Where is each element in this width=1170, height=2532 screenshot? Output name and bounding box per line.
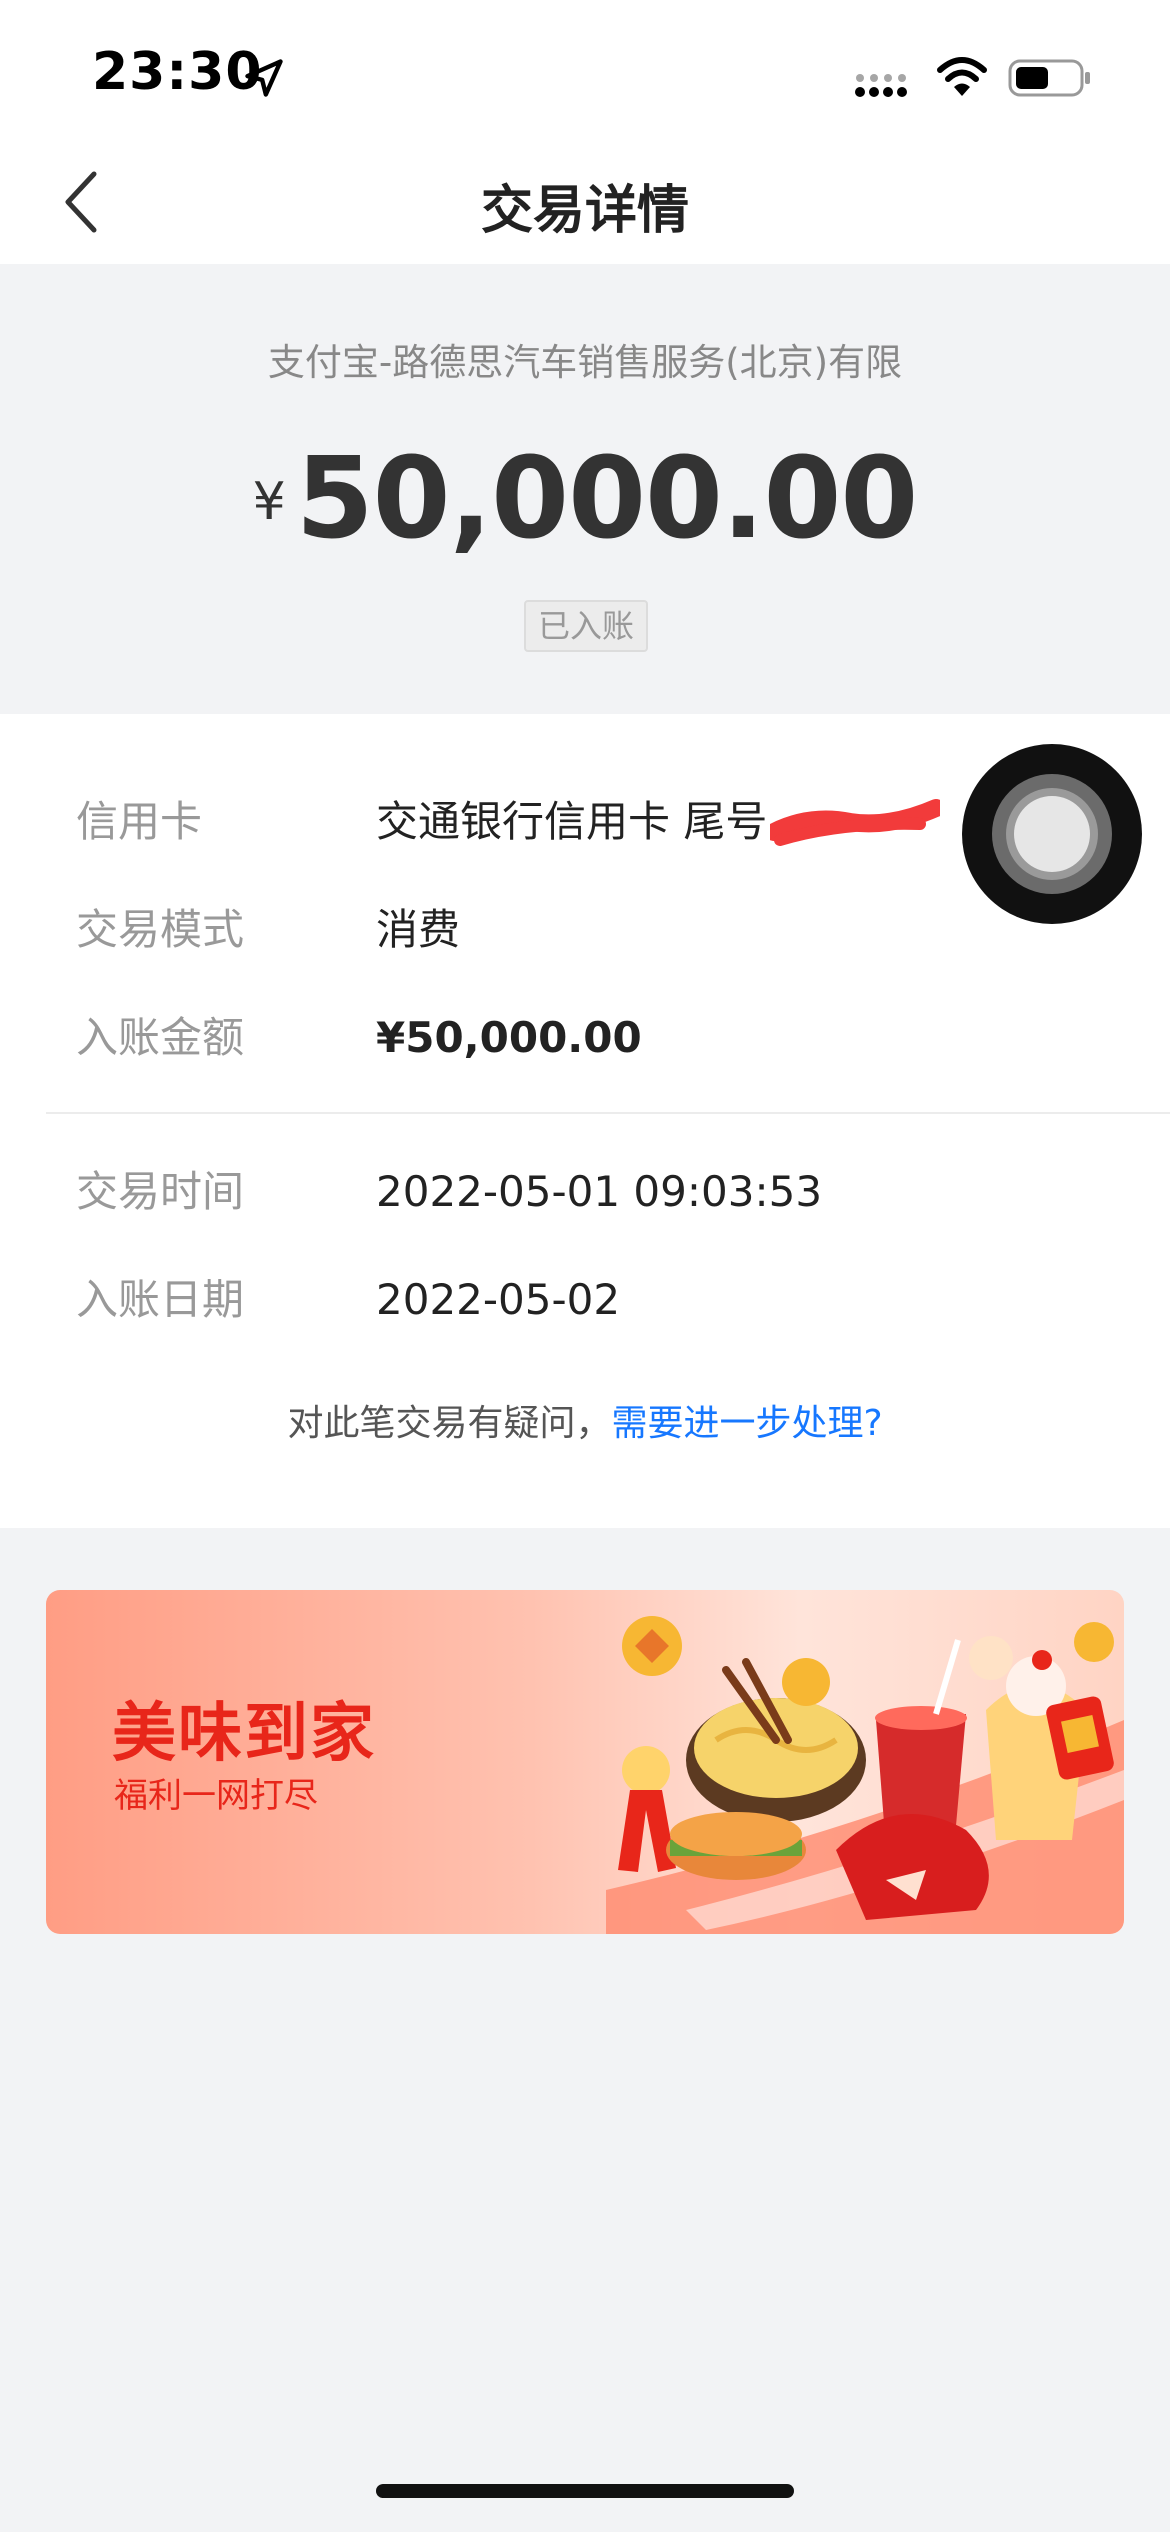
question-text: 对此笔交易有疑问， [287, 1403, 612, 1444]
page-title: 交易详情 [480, 181, 689, 241]
mode-value: 消费 [376, 905, 461, 954]
mode-label: 交易模式 [76, 905, 245, 954]
wifi-icon [937, 57, 987, 96]
food-illustration-icon [606, 1616, 1124, 1934]
redaction-scribble [770, 799, 940, 846]
divider [46, 1112, 1170, 1114]
merchant-name: 支付宝-路德思汽车销售服务(北京)有限 [267, 341, 903, 384]
location-arrow-icon [245, 59, 283, 97]
promo-subtitle: 福利一网打尽 [114, 1776, 318, 1816]
posted-amount-value: ¥50,000.00 [376, 1013, 642, 1062]
trade-time-label: 交易时间 [76, 1167, 245, 1216]
detail-row-posted-date: 入账日期 2022-05-02 [0, 1260, 1170, 1340]
status-time: 23:30 [92, 42, 263, 102]
detail-row-trade-time: 交易时间 2022-05-01 09:03:53 [0, 1152, 1170, 1232]
nav-bar: 交易详情 [0, 140, 1170, 264]
question-line: 对此笔交易有疑问，需要进一步处理? [0, 1394, 1170, 1446]
home-indicator [376, 2484, 794, 2498]
promo-title: 美味到家 [112, 1697, 376, 1771]
amount-currency: ¥ [252, 472, 286, 532]
detail-row-posted-amount: 入账金额 ¥50,000.00 [0, 998, 1170, 1078]
posted-date-value: 2022-05-02 [376, 1275, 621, 1324]
posted-date-label: 入账日期 [76, 1275, 245, 1324]
promo-banner[interactable]: 美味到家 福利一网打尽 [46, 1590, 1124, 1934]
amount: ¥50,000.00 [0, 434, 1170, 564]
trade-time-value: 2022-05-01 09:03:53 [376, 1167, 823, 1216]
assistive-touch-button[interactable] [962, 744, 1142, 924]
cellular-signal-icon [855, 74, 907, 97]
status-badge: 已入账 [524, 600, 648, 652]
battery-icon [1008, 59, 1090, 97]
transaction-summary: 支付宝-路德思汽车销售服务(北京)有限 ¥50,000.00 已入账 [0, 264, 1170, 714]
amount-value: 50,000.00 [295, 434, 919, 564]
further-processing-link[interactable]: 需要进一步处理? [611, 1403, 882, 1444]
posted-amount-label: 入账金额 [76, 1013, 245, 1062]
card-value: 交通银行信用卡 尾号 [376, 797, 768, 846]
card-label: 信用卡 [76, 797, 203, 846]
status-bar: 23:30 [0, 0, 1170, 140]
